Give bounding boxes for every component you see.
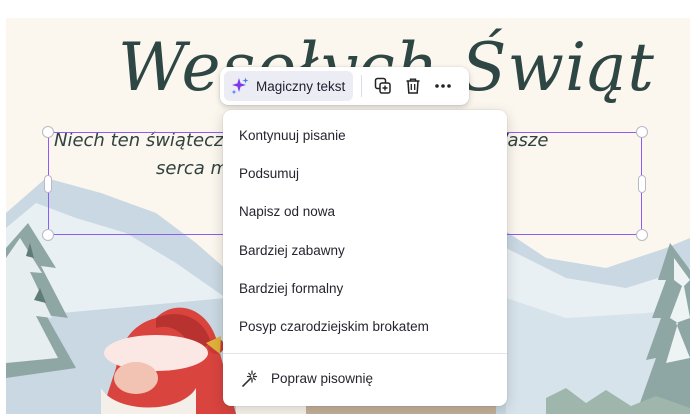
trash-icon: [406, 78, 420, 94]
duplicate-button[interactable]: [368, 71, 398, 101]
magic-wand-icon: [242, 370, 258, 387]
more-options-button[interactable]: [428, 71, 458, 101]
resize-handle-right[interactable]: [638, 175, 646, 193]
resize-handle-bottom-left[interactable]: [42, 229, 54, 241]
menu-item-rewrite[interactable]: Napisz od nowa: [223, 193, 507, 231]
menu-divider: [223, 352, 507, 354]
toolbar-divider: [361, 75, 363, 97]
duplicate-icon: [375, 77, 392, 94]
magic-text-menu: Kontynuuj pisanie Podsumuj Napisz od now…: [223, 110, 507, 406]
menu-item-more-fun[interactable]: Bardziej zabawny: [223, 231, 507, 269]
magic-text-label: Magiczny tekst: [256, 78, 346, 94]
menu-item-more-formal[interactable]: Bardziej formalny: [223, 269, 507, 307]
more-icon: [435, 84, 452, 88]
delete-button[interactable]: [398, 71, 428, 101]
menu-item-summarize[interactable]: Podsumuj: [223, 154, 507, 192]
sparkle-icon: [231, 77, 249, 95]
text-floating-toolbar: Magiczny tekst: [220, 67, 469, 105]
resize-handle-bottom-right[interactable]: [636, 229, 648, 241]
menu-item-continue-writing[interactable]: Kontynuuj pisanie: [223, 116, 507, 154]
resize-handle-top-left[interactable]: [42, 126, 54, 138]
menu-item-fix-spelling[interactable]: Popraw pisownię: [223, 360, 507, 398]
menu-item-sprinkle-magic[interactable]: Posyp czarodziejskim brokatem: [223, 307, 507, 345]
canva-editor: Wesołych Świąt Niech ten świąteczny czas…: [0, 0, 690, 414]
resize-handle-top-right[interactable]: [636, 126, 648, 138]
magic-text-button[interactable]: Magiczny tekst: [224, 71, 354, 101]
spellcheck-label: Popraw pisownię: [271, 371, 374, 387]
resize-handle-left[interactable]: [44, 175, 52, 193]
